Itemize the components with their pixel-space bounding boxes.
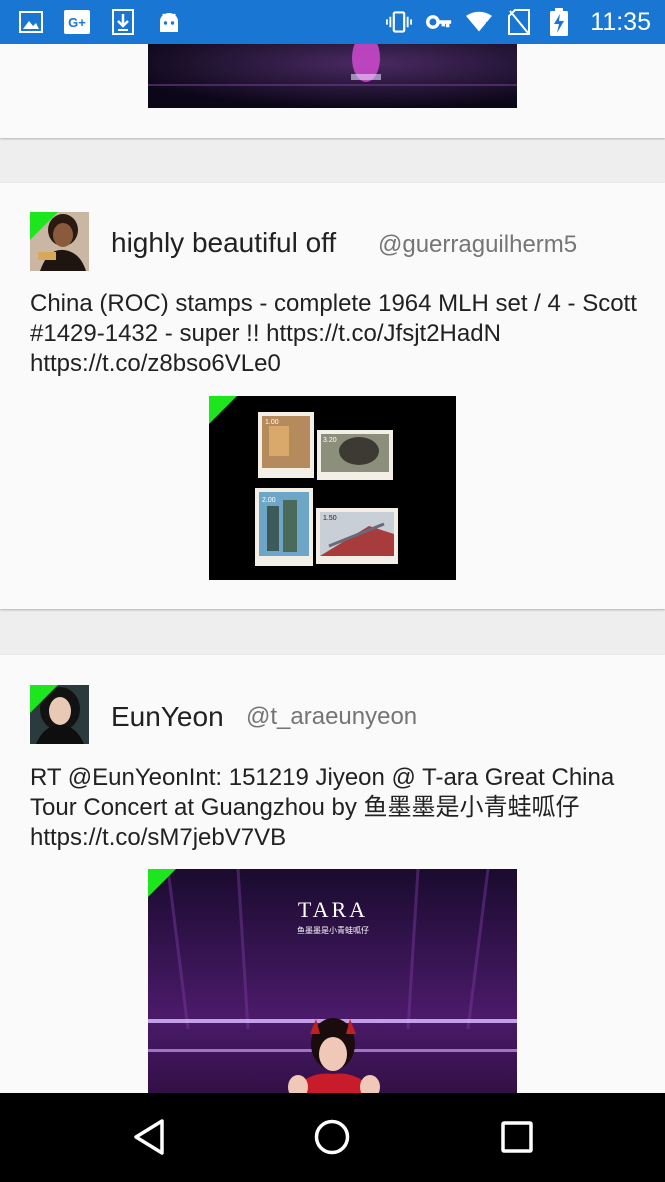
stamp-value: 2.00 bbox=[262, 497, 276, 504]
selection-marker bbox=[148, 869, 176, 897]
google-plus-icon: G+ bbox=[64, 9, 90, 35]
wifi-icon bbox=[466, 9, 493, 35]
home-icon[interactable] bbox=[310, 1115, 354, 1159]
avatar[interactable] bbox=[30, 212, 89, 271]
battery-charging-icon bbox=[546, 8, 572, 36]
selection-marker bbox=[209, 396, 237, 424]
tweet-author-handle[interactable]: @t_araeunyeon bbox=[246, 703, 417, 731]
tweet-media[interactable]: 1.00 3.20 2.00 1.50 bbox=[209, 396, 456, 580]
tweet-media[interactable] bbox=[148, 44, 517, 108]
tweet-author-name[interactable]: EunYeon bbox=[111, 701, 224, 733]
tweet-text: RT @EunYeonInt: 151219 Jiyeon @ T-ara Gr… bbox=[30, 764, 615, 851]
selection-marker bbox=[30, 212, 58, 240]
tweet-author-name[interactable]: highly beautiful off bbox=[111, 227, 336, 259]
no-sim-icon bbox=[506, 9, 532, 35]
media-title: TARA bbox=[298, 897, 368, 922]
tweet-feed[interactable]: highly beautiful off @guerraguilherm5 Ch… bbox=[0, 44, 665, 1093]
recents-icon[interactable] bbox=[495, 1115, 539, 1159]
stamp-value: 1.50 bbox=[323, 515, 337, 522]
tweet-author-handle[interactable]: @guerraguilherm5 bbox=[378, 231, 577, 259]
android-icon bbox=[156, 9, 182, 35]
selection-marker bbox=[30, 685, 58, 713]
avatar[interactable] bbox=[30, 685, 89, 744]
tweet-card[interactable] bbox=[0, 44, 665, 138]
vibrate-icon bbox=[386, 9, 413, 35]
tweet-text: China (ROC) stamps - complete 1964 MLH s… bbox=[30, 290, 637, 377]
image-icon bbox=[18, 9, 44, 35]
stamp-value: 1.00 bbox=[265, 419, 279, 426]
status-time: 11:35 bbox=[590, 7, 651, 36]
tweet-card[interactable]: EunYeon @t_araeunyeon RT @EunYeonInt: 15… bbox=[0, 655, 665, 1093]
status-bar: G+ 11:35 bbox=[0, 0, 665, 44]
navigation-bar bbox=[0, 1093, 665, 1182]
back-icon[interactable] bbox=[127, 1115, 171, 1159]
key-icon bbox=[426, 9, 452, 35]
stamp-value: 3.20 bbox=[323, 437, 337, 444]
tweet-media[interactable]: TARA 鱼墨墨是小青蛙呱仔 bbox=[148, 869, 517, 1093]
gplus-label: G+ bbox=[68, 15, 86, 30]
tweet-card[interactable]: highly beautiful off @guerraguilherm5 Ch… bbox=[0, 183, 665, 609]
media-subtitle: 鱼墨墨是小青蛙呱仔 bbox=[297, 925, 369, 935]
download-icon bbox=[110, 9, 136, 35]
